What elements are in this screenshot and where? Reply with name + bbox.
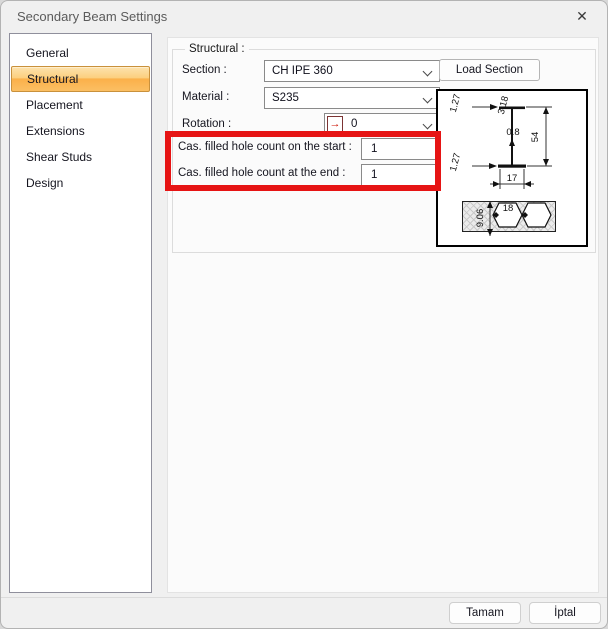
dim-hole-height: 9.06 — [475, 209, 486, 228]
cas-start-input[interactable] — [361, 138, 440, 160]
close-button[interactable]: ✕ — [565, 5, 599, 27]
chevron-down-icon — [422, 93, 433, 104]
dim-flange-thickness-bottom: 1.27 — [448, 152, 463, 173]
ok-button[interactable]: Tamam — [449, 602, 521, 624]
sidebar-item-structural[interactable]: Structural — [11, 66, 150, 92]
rotation-combobox[interactable]: → 0 — [324, 113, 440, 135]
sidebar-item-extensions[interactable]: Extensions — [11, 118, 150, 144]
window-title: Secondary Beam Settings — [17, 9, 168, 24]
main-panel: Structural : Section : CH IPE 360 Materi… — [167, 37, 599, 593]
section-label: Section : — [182, 64, 227, 76]
sidebar-item-placement[interactable]: Placement — [11, 92, 150, 118]
dim-flange-width: 17 — [507, 173, 518, 184]
cas-end-label: Cas. filled hole count at the end : — [178, 167, 346, 179]
sidebar-item-shear-studs[interactable]: Shear Studs — [11, 144, 150, 170]
bottom-flange — [498, 164, 526, 168]
secondary-beam-settings-dialog: Secondary Beam Settings ✕ General Struct… — [0, 0, 608, 629]
rotation-value: 0 — [351, 118, 358, 130]
cas-start-label: Cas. filled hole count on the start : — [178, 141, 352, 153]
dim-web-thickness: 0.8 — [506, 127, 519, 138]
section-preview-diagram: 54 1.27 1.27 3.18 0.8 17 18 9.06 — [436, 89, 588, 247]
cas-end-input[interactable] — [361, 164, 440, 186]
beam-section-drawing: 54 1.27 1.27 3.18 0.8 17 18 9.06 — [448, 93, 552, 236]
material-label: Material : — [182, 91, 230, 103]
section-combobox[interactable]: CH IPE 360 — [264, 60, 440, 82]
titlebar: Secondary Beam Settings ✕ — [1, 1, 607, 31]
sidebar-item-general[interactable]: General — [11, 40, 150, 66]
cancel-button[interactable]: İptal — [529, 602, 601, 624]
dim-radius: 3.18 — [496, 95, 511, 116]
footer-divider — [1, 597, 607, 598]
rotation-direction-icon: → — [327, 116, 343, 132]
sidebar-item-design[interactable]: Design — [11, 170, 150, 196]
material-combobox[interactable]: S235 — [264, 87, 440, 109]
close-icon: ✕ — [576, 8, 588, 24]
material-value: S235 — [272, 92, 299, 104]
chevron-down-icon — [422, 119, 433, 130]
dim-flange-thickness-top: 1.27 — [448, 93, 463, 114]
sidebar: General Structural Placement Extensions … — [9, 33, 152, 593]
section-value: CH IPE 360 — [272, 65, 333, 77]
dim-hole-spacing: 18 — [503, 203, 514, 214]
chevron-down-icon — [422, 66, 433, 77]
dim-depth: 54 — [530, 132, 541, 143]
rotation-label: Rotation : — [182, 118, 232, 130]
load-section-button[interactable]: Load Section — [439, 59, 540, 81]
groupbox-title: Structural : — [185, 43, 249, 55]
